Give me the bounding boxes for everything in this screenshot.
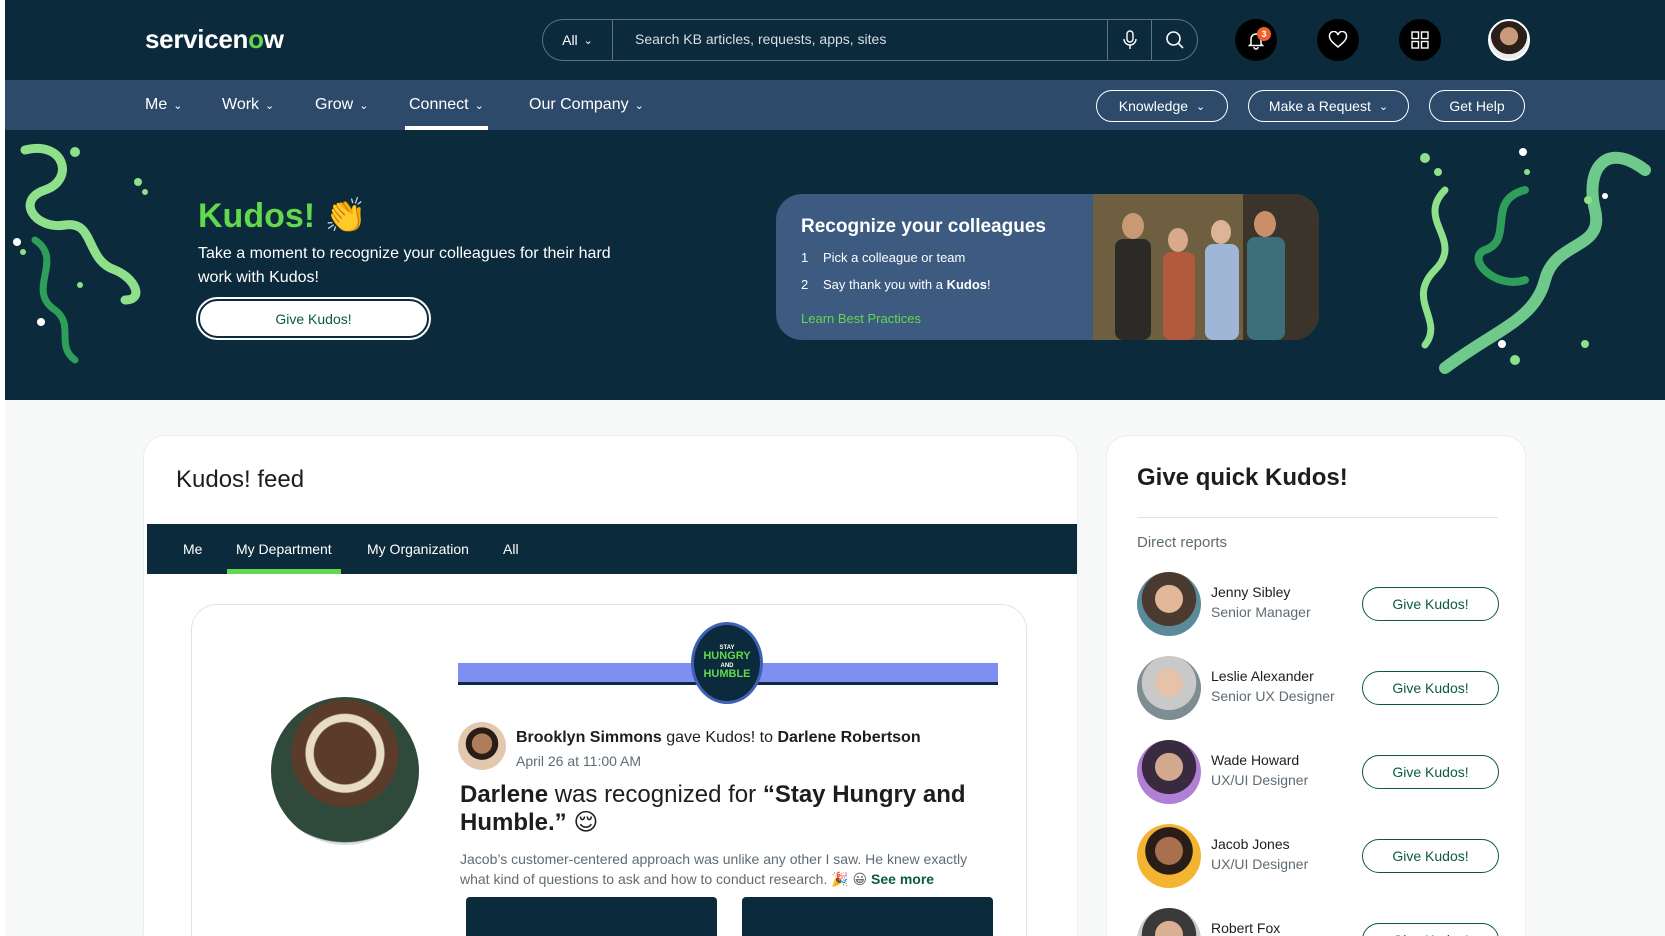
top-bar: servicenow All ⌄ Search KB articles, req… bbox=[5, 0, 1665, 80]
person-name: Jenny Sibley bbox=[1211, 584, 1291, 600]
give-kudos-button[interactable]: Give Kudos! bbox=[1362, 671, 1499, 705]
learn-best-practices-link[interactable]: Learn Best Practices bbox=[801, 311, 921, 326]
hero-subtitle: Take a moment to recognize your colleagu… bbox=[198, 245, 611, 286]
recognize-step-1: 1 Pick a colleague or team bbox=[801, 250, 966, 265]
knowledge-button[interactable]: Knowledge ⌄ bbox=[1096, 90, 1228, 122]
app-frame: servicenow All ⌄ Search KB articles, req… bbox=[5, 0, 1665, 936]
post-media-thumbnail[interactable] bbox=[466, 897, 717, 936]
kudos-post: STAY HUNGRY AND HUMBLE Brooklyn Simmons … bbox=[191, 604, 1027, 936]
search-input[interactable]: Search KB articles, requests, apps, site… bbox=[635, 31, 886, 47]
tab-all[interactable]: All bbox=[503, 524, 519, 574]
kudos-feed-card: Kudos! feed Me My Department My Organiza… bbox=[143, 435, 1078, 936]
avatar[interactable] bbox=[1137, 740, 1201, 804]
grid-icon bbox=[1411, 31, 1429, 49]
recognize-step-2: 2 Say thank you with a Kudos! bbox=[801, 277, 991, 292]
notification-badge: 3 bbox=[1257, 27, 1271, 41]
person-role: Senior Manager bbox=[1211, 604, 1311, 620]
avatar[interactable] bbox=[1137, 908, 1201, 936]
chevron-down-icon: ⌄ bbox=[173, 99, 183, 112]
person-name: Wade Howard bbox=[1211, 752, 1300, 768]
search-bar: All ⌄ Search KB articles, requests, apps… bbox=[542, 19, 1198, 61]
list-item: Robert Fox Give Kudos! bbox=[1137, 908, 1507, 936]
apps-button[interactable] bbox=[1399, 19, 1441, 61]
heart-icon bbox=[1328, 31, 1348, 48]
main-nav: Me ⌄ Work ⌄ Grow ⌄ Connect ⌄ Our Company ⌄ Kn… bbox=[5, 80, 1665, 130]
list-item: Jenny Sibley Senior Manager Give Kudos! bbox=[1137, 572, 1507, 636]
giver-name[interactable]: Brooklyn Simmons bbox=[516, 729, 662, 746]
servicenow-logo[interactable]: servicenow bbox=[145, 24, 284, 55]
post-media-thumbnail[interactable] bbox=[742, 897, 993, 936]
avatar[interactable] bbox=[1137, 824, 1201, 888]
kudos-hero-banner: Kudos! 👏 Take a moment to recognize your… bbox=[5, 130, 1665, 400]
give-kudos-button[interactable]: Give Kudos! bbox=[1362, 755, 1499, 789]
get-help-button[interactable]: Get Help bbox=[1429, 90, 1525, 122]
tab-my-department[interactable]: My Department bbox=[227, 524, 341, 574]
divider bbox=[1137, 517, 1498, 518]
kudos-attribution: Brooklyn Simmons gave Kudos! to Darlene … bbox=[516, 729, 921, 746]
nav-item-connect[interactable]: Connect ⌄ bbox=[405, 80, 488, 130]
person-role: UX/UI Designer bbox=[1211, 772, 1309, 788]
make-request-button[interactable]: Make a Request ⌄ bbox=[1248, 90, 1409, 122]
giver-avatar[interactable] bbox=[458, 722, 506, 770]
colleagues-photo bbox=[1093, 194, 1319, 340]
post-headline: Darlene was recognized for “Stay Hungry … bbox=[460, 781, 966, 836]
confetti-left-decoration bbox=[13, 143, 148, 364]
hero-title: Kudos! 👏 bbox=[198, 197, 367, 235]
chevron-down-icon: ⌄ bbox=[474, 99, 484, 112]
user-avatar[interactable] bbox=[1488, 19, 1530, 61]
person-role: UX/UI Designer bbox=[1211, 856, 1309, 872]
search-icon[interactable] bbox=[1151, 20, 1197, 60]
notifications-button[interactable]: 3 bbox=[1235, 19, 1277, 61]
recognize-colleagues-card: Recognize your colleagues 1 Pick a collea… bbox=[776, 194, 1319, 340]
person-name: Robert Fox bbox=[1211, 920, 1281, 936]
avatar[interactable] bbox=[1137, 656, 1201, 720]
give-kudos-button[interactable]: Give Kudos! bbox=[1362, 839, 1499, 873]
receiver-name[interactable]: Darlene Robertson bbox=[777, 729, 920, 746]
favorites-button[interactable] bbox=[1317, 19, 1359, 61]
feed-tabs: Me My Department My Organization All bbox=[147, 524, 1077, 574]
microphone-icon[interactable] bbox=[1107, 20, 1151, 60]
tab-my-organization[interactable]: My Organization bbox=[367, 524, 469, 574]
nav-item-work[interactable]: Work ⌄ bbox=[222, 80, 274, 130]
recipient-avatar[interactable] bbox=[271, 697, 419, 845]
stay-hungry-humble-seal: STAY HUNGRY AND HUMBLE bbox=[691, 622, 763, 704]
post-date: April 26 at 11:00 AM bbox=[516, 753, 642, 769]
tab-me[interactable]: Me bbox=[183, 524, 202, 574]
avatar[interactable] bbox=[1137, 572, 1201, 636]
search-scope-dropdown[interactable]: All ⌄ bbox=[543, 20, 613, 60]
list-item: Leslie Alexander Senior UX Designer Give… bbox=[1137, 656, 1507, 720]
confetti-right-decoration bbox=[1419, 148, 1651, 374]
give-quick-kudos-card: Give quick Kudos! Direct reports Jenny S… bbox=[1106, 435, 1526, 936]
kudos-feed-title: Kudos! feed bbox=[176, 466, 305, 493]
chevron-down-icon: ⌄ bbox=[359, 99, 369, 112]
chevron-down-icon: ⌄ bbox=[265, 99, 275, 112]
chevron-down-icon: ⌄ bbox=[1378, 100, 1389, 113]
direct-reports-label: Direct reports bbox=[1137, 534, 1228, 551]
chevron-down-icon: ⌄ bbox=[1196, 100, 1206, 113]
nav-item-me[interactable]: Me ⌄ bbox=[145, 80, 182, 130]
nav-item-our-company[interactable]: Our Company ⌄ bbox=[529, 80, 644, 130]
person-role: Senior UX Designer bbox=[1211, 688, 1335, 704]
person-name: Jacob Jones bbox=[1211, 836, 1290, 852]
list-item: Wade Howard UX/UI Designer Give Kudos! bbox=[1137, 740, 1507, 804]
give-kudos-button[interactable]: Give Kudos! bbox=[1362, 587, 1499, 621]
give-kudos-hero-button[interactable]: Give Kudos! bbox=[196, 297, 431, 340]
chevron-down-icon: ⌄ bbox=[583, 34, 593, 47]
post-body: Jacob’s customer-centered approach was u… bbox=[460, 851, 968, 887]
recognize-title: Recognize your colleagues bbox=[801, 216, 1046, 237]
person-name: Leslie Alexander bbox=[1211, 668, 1314, 684]
quick-kudos-title: Give quick Kudos! bbox=[1137, 464, 1348, 491]
give-kudos-button[interactable]: Give Kudos! bbox=[1362, 923, 1499, 936]
nav-item-grow[interactable]: Grow ⌄ bbox=[315, 80, 368, 130]
see-more-link[interactable]: See more bbox=[871, 871, 934, 887]
chevron-down-icon: ⌄ bbox=[634, 99, 644, 112]
list-item: Jacob Jones UX/UI Designer Give Kudos! bbox=[1137, 824, 1507, 888]
